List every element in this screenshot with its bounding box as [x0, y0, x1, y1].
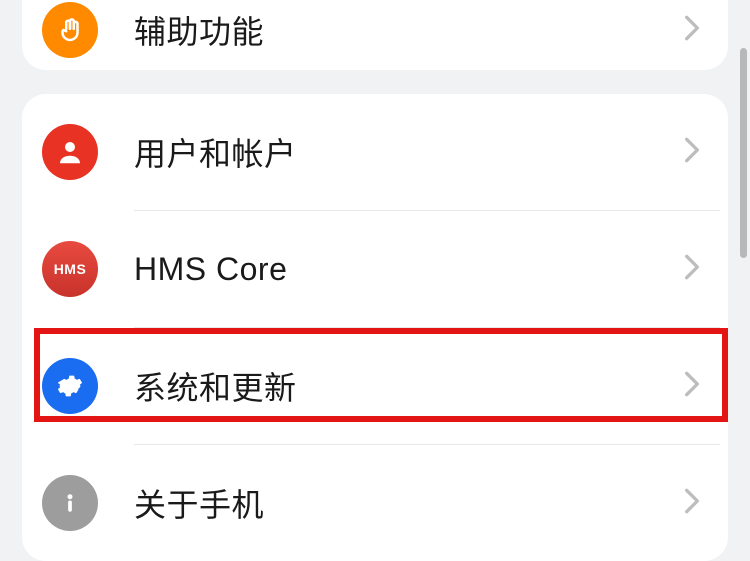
row-accessibility[interactable]: 辅助功能 — [22, 0, 728, 70]
gear-icon — [42, 358, 98, 414]
chevron-right-icon — [684, 487, 700, 520]
row-label: 用户和帐户 — [134, 129, 684, 175]
hand-icon — [42, 2, 98, 58]
row-label: 系统和更新 — [134, 363, 684, 409]
settings-group-accessibility: 辅助功能 — [22, 0, 728, 70]
row-hms-core[interactable]: HMS HMS Core — [22, 211, 728, 327]
chevron-right-icon — [684, 253, 700, 286]
row-label: 关于手机 — [134, 480, 684, 526]
row-system-update[interactable]: 系统和更新 — [22, 328, 728, 444]
info-icon — [42, 475, 98, 531]
scrollbar[interactable] — [740, 48, 747, 258]
chevron-right-icon — [684, 14, 700, 47]
settings-group-system: 用户和帐户 HMS HMS Core 系统和更新 — [22, 94, 728, 561]
hms-badge-text: HMS — [54, 261, 87, 277]
chevron-right-icon — [684, 370, 700, 403]
hms-icon: HMS — [42, 241, 98, 297]
person-icon — [42, 124, 98, 180]
row-label: HMS Core — [134, 251, 684, 288]
chevron-right-icon — [684, 136, 700, 169]
row-users-accounts[interactable]: 用户和帐户 — [22, 94, 728, 210]
row-label: 辅助功能 — [134, 7, 684, 53]
row-about-phone[interactable]: 关于手机 — [22, 445, 728, 561]
